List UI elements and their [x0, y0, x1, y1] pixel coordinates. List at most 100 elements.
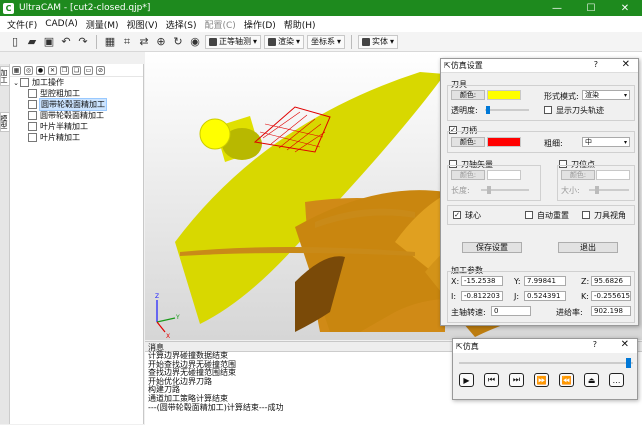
- tree-paste-icon[interactable]: ❏: [72, 65, 81, 75]
- tree-item[interactable]: 叶片精加工: [10, 132, 143, 143]
- tab-machining[interactable]: 加工: [0, 66, 10, 86]
- menu-config[interactable]: 配置(C): [201, 18, 240, 31]
- solid-icon: [362, 37, 371, 46]
- tool-ball: [199, 118, 231, 150]
- menu-cad[interactable]: CAD(A): [41, 19, 82, 29]
- length-slider-thumb[interactable]: [487, 186, 491, 194]
- tool-color-button[interactable]: 颜色:: [451, 90, 485, 100]
- undo-icon[interactable]: ↶: [59, 35, 73, 49]
- fast-forward-icon[interactable]: ⏩: [534, 373, 549, 387]
- save-icon[interactable]: ▣: [42, 35, 56, 49]
- play-icon[interactable]: ▶: [459, 373, 474, 387]
- size-slider-thumb[interactable]: [595, 186, 599, 194]
- window-title: UltraCAM - [cut2-closed.qjp*]: [19, 3, 151, 13]
- z-label: Z:: [581, 277, 590, 286]
- tree-item[interactable]: 叶片半精加工: [10, 121, 143, 132]
- j-value: 0.524391: [524, 291, 566, 301]
- menu-view[interactable]: 视图(V): [123, 18, 162, 31]
- chevron-down-icon[interactable]: ⌄: [12, 79, 20, 87]
- thickness-select[interactable]: 中 ▾: [582, 137, 630, 147]
- folder-icon: [20, 78, 29, 87]
- holder-color-swatch: [487, 137, 521, 147]
- exit-button[interactable]: 退出: [558, 242, 618, 253]
- minimize-button[interactable]: —: [540, 0, 574, 16]
- eject-icon[interactable]: ⏏: [584, 373, 599, 387]
- feed-label: 进给率:: [556, 308, 583, 317]
- tool-color-swatch: [487, 90, 521, 100]
- chevron-down-icon: ▾: [623, 138, 627, 146]
- player-titlebar: ⇱ 仿真 ? ✕: [453, 339, 637, 353]
- render-icon: [268, 37, 277, 46]
- k-value: -0.255615: [591, 291, 631, 301]
- rotate-icon[interactable]: ↻: [171, 35, 185, 49]
- coordinate-system-combo[interactable]: 坐标系 ▾: [307, 34, 346, 49]
- tab-model[interactable]: 模型: [0, 112, 10, 132]
- step-forward-icon[interactable]: ⏭: [509, 373, 524, 387]
- close-button[interactable]: ✕: [622, 59, 630, 70]
- transparency-slider-thumb[interactable]: [486, 106, 490, 114]
- tree-item-selected[interactable]: 圆带轮毂面精加工: [10, 98, 143, 111]
- open-folder-icon[interactable]: ▰: [25, 35, 39, 49]
- sphere-label: 球心: [465, 211, 481, 220]
- tree-block-icon[interactable]: ⊘: [96, 65, 105, 75]
- sphere-checkbox[interactable]: ✓: [453, 211, 461, 219]
- menu-file[interactable]: 文件(F): [3, 18, 41, 31]
- operation-tree-panel: ▦ ◎ ● ✕ ❐ ❏ ▭ ⊘ ⌄ 加工操作 型腔粗加工 圆带轮毂面精加工 圆带…: [10, 64, 144, 424]
- help-button[interactable]: ?: [593, 340, 597, 349]
- tree-root[interactable]: ⌄ 加工操作: [10, 77, 143, 88]
- tool-view-checkbox[interactable]: [582, 211, 590, 219]
- auto-reset-checkbox[interactable]: [525, 211, 533, 219]
- menu-select[interactable]: 选择(S): [162, 18, 201, 31]
- tool-pos-color-button[interactable]: 颜色:: [561, 170, 595, 180]
- tree-window-icon[interactable]: ▭: [84, 65, 93, 75]
- progress-thumb[interactable]: [625, 358, 631, 368]
- simulation-player: ⇱ 仿真 ? ✕ ▶ ⏮ ⏭ ⏩ ⏪ ⏏ …: [452, 338, 638, 400]
- dialog-title: 仿真设置: [450, 61, 483, 70]
- save-settings-button[interactable]: 保存设置: [462, 242, 522, 253]
- new-file-icon[interactable]: ▯: [8, 35, 22, 49]
- menu-operate[interactable]: 操作(D): [240, 18, 280, 31]
- shape-mode-select[interactable]: 渲染 ▾: [582, 90, 630, 100]
- tree-grid-icon[interactable]: ▦: [12, 65, 21, 75]
- toolbar-divider: [96, 34, 97, 49]
- y-axis-label: Y: [175, 314, 180, 321]
- step-back-icon[interactable]: ⏮: [484, 373, 499, 387]
- holder-color-button[interactable]: 颜色:: [451, 137, 485, 147]
- simulation-settings-dialog: ⇱ 仿真设置 ? ✕ 刀具 颜色: 形式模式: 渲染 ▾ 透明度: 显示刀头轨迹 …: [440, 58, 639, 326]
- progress-track[interactable]: [459, 362, 633, 364]
- tree-copy-icon[interactable]: ❐: [60, 65, 69, 75]
- solid-mode-combo[interactable]: 实体 ▾: [358, 34, 399, 49]
- i-value: -0.812203: [461, 291, 503, 301]
- tree-delete-icon[interactable]: ✕: [48, 65, 57, 75]
- transparency-slider[interactable]: [485, 109, 529, 111]
- tree-info-icon[interactable]: ●: [36, 65, 45, 75]
- tree-target-icon[interactable]: ◎: [24, 65, 33, 75]
- close-button[interactable]: ✕: [621, 339, 629, 350]
- tool-vector-color-button[interactable]: 颜色:: [451, 170, 485, 180]
- swap-icon[interactable]: ⇄: [137, 35, 151, 49]
- dialog-titlebar: ⇱ 仿真设置 ? ✕: [441, 59, 638, 73]
- render-mode-combo[interactable]: 渲染 ▾: [264, 34, 305, 49]
- show-path-checkbox[interactable]: [544, 106, 552, 114]
- transparency-label: 透明度:: [451, 106, 478, 115]
- tree-item[interactable]: 圆带轮毂面精加工: [10, 110, 143, 121]
- x-axis: [156, 321, 166, 333]
- view-orientation-combo[interactable]: 正等轴测 ▾: [205, 34, 262, 49]
- operation-icon: [28, 111, 37, 120]
- operation-icon: [28, 89, 37, 98]
- menu-bar: 文件(F) CAD(A) 测量(M) 视图(V) 选择(S) 配置(C) 操作(…: [0, 16, 642, 32]
- help-button[interactable]: ?: [594, 60, 598, 69]
- fit-view-icon[interactable]: ◉: [188, 35, 202, 49]
- more-options-icon[interactable]: …: [609, 373, 624, 387]
- tree-root-label: 加工操作: [32, 78, 64, 87]
- zoom-icon[interactable]: ⊕: [154, 35, 168, 49]
- close-button[interactable]: ✕: [608, 0, 642, 16]
- rewind-icon[interactable]: ⏪: [559, 373, 574, 387]
- grid-icon[interactable]: ▦: [103, 35, 117, 49]
- maximize-button[interactable]: ☐: [574, 0, 608, 16]
- redo-icon[interactable]: ↷: [76, 35, 90, 49]
- menu-measure[interactable]: 测量(M): [82, 18, 123, 31]
- crop-icon[interactable]: ⌗: [120, 35, 134, 49]
- menu-help[interactable]: 帮助(H): [280, 18, 320, 31]
- spindle-value: 0: [491, 306, 531, 316]
